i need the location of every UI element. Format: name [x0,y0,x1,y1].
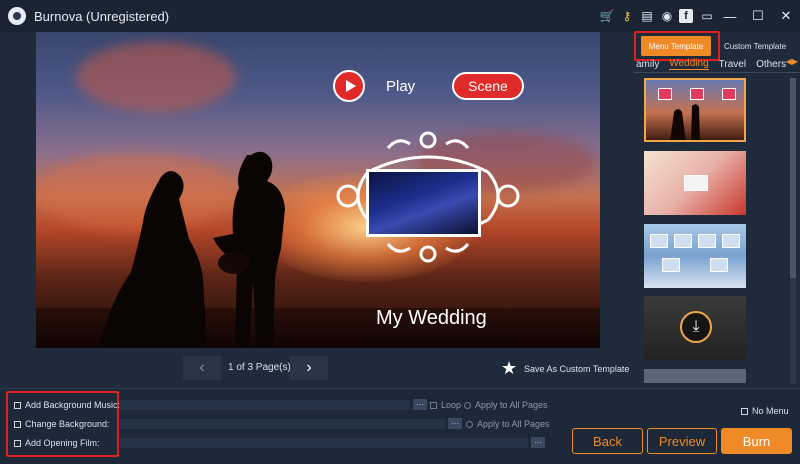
apply-music-all-pages-option[interactable]: Apply to All Pages [464,400,548,410]
add-background-music-option[interactable]: Add Background Music: [14,400,120,410]
play-label[interactable]: Play [386,78,415,95]
option-label: Add Background Music: [25,400,121,410]
add-opening-film-option[interactable]: Add Opening Film: [14,438,100,448]
background-music-path-field[interactable] [120,400,410,410]
previous-page-button[interactable]: ‹ [183,356,221,380]
template-thumbnail[interactable] [644,369,746,383]
document-icon[interactable]: ▤ [638,7,656,25]
photo-frame-icon [698,234,716,248]
download-icon[interactable]: ⤓ [680,311,712,343]
tab-menu-template[interactable]: Menu Template [641,36,711,56]
template-thumbnail[interactable] [644,151,746,215]
option-label: Change Background: [25,419,110,429]
scene-button[interactable]: Scene [452,72,524,100]
key-icon[interactable]: ⚷ [618,7,636,25]
radio-button[interactable] [464,401,471,409]
option-label: No Menu [752,406,789,416]
category-others[interactable]: Others [756,59,786,70]
couple-silhouette-icon [670,104,700,140]
option-label: Apply to All Pages [477,419,550,429]
star-icon[interactable]: ★ [501,358,519,378]
maximize-button[interactable]: ☐ [744,0,772,32]
category-wedding[interactable]: Wedding [669,58,709,70]
close-button[interactable]: ✕ [772,0,800,32]
photo-frame-icon [662,258,680,272]
photo-frame-icon [650,234,668,248]
next-page-button[interactable]: › [290,356,328,380]
app-title: Burnova (Unregistered) [34,8,170,24]
checkbox[interactable] [430,401,437,409]
couple-silhouette [98,151,285,348]
heart-icon [690,88,704,100]
checkbox[interactable] [14,439,21,447]
checkbox[interactable] [741,407,748,415]
divider [634,72,800,73]
title-bar: Burnova (Unregistered) 🛒 ⚷ ▤ ◉ f ▭ — ☐ ✕ [0,0,800,32]
category-travel[interactable]: Travel [719,59,746,70]
loop-option[interactable]: Loop [430,400,461,410]
browse-music-button[interactable]: ··· [413,399,427,410]
checkbox[interactable] [14,401,21,409]
message-icon[interactable]: ▭ [698,7,716,25]
heart-icon [658,88,672,100]
photo-frame-icon [684,175,708,191]
preview-button[interactable]: Preview [647,428,717,454]
option-label: Add Opening Film: [25,438,100,448]
background-path-field[interactable] [120,419,445,429]
menu-preview: Play Scene My Wedding [36,32,600,348]
facebook-icon[interactable]: f [679,9,693,23]
opening-film-path-field[interactable] [120,438,528,448]
template-thumbnail[interactable]: ⤓ [644,296,746,360]
app-window: Burnova (Unregistered) 🛒 ⚷ ▤ ◉ f ▭ — ☐ ✕… [0,0,800,464]
option-label: Apply to All Pages [475,400,548,410]
minimize-button[interactable]: — [716,0,744,32]
title-bar-icons: 🛒 ⚷ ▤ ◉ f ▭ — ☐ ✕ [596,0,800,32]
category-family[interactable]: amily [636,59,659,70]
cloud-shape [76,42,236,112]
checkbox[interactable] [14,420,21,428]
change-background-option[interactable]: Change Background: [14,419,110,429]
save-as-custom-template-button[interactable]: Save As Custom Template [524,364,629,374]
photo-frame-icon [722,234,740,248]
tab-custom-template[interactable]: Custom Template [720,36,790,56]
preview-video-thumbnail[interactable] [366,169,481,237]
no-menu-option[interactable]: No Menu [741,406,789,416]
photo-frame-icon [674,234,692,248]
app-logo-icon [8,7,26,25]
cart-icon[interactable]: 🛒 [598,7,616,25]
category-scroll-arrows-icon[interactable]: ◀▶ [786,57,798,66]
template-scrollbar[interactable] [790,78,796,384]
scrollbar-thumb[interactable] [790,78,796,278]
burn-button[interactable]: Burn [721,428,792,454]
browse-opening-film-button[interactable]: ··· [531,437,545,448]
template-thumbnail[interactable] [644,224,746,288]
option-label: Loop [441,400,462,410]
page-indicator: 1 of 3 Page(s) [228,362,291,373]
heart-icon [722,88,736,100]
play-button[interactable] [333,70,365,102]
chat-icon[interactable]: ◉ [658,7,676,25]
apply-background-all-pages-option[interactable]: Apply to All Pages [466,419,550,429]
template-thumbnail[interactable] [644,78,746,142]
category-tabs: amily Wedding Travel Others ◀▶ [634,57,800,71]
photo-frame-icon [710,258,728,272]
back-button[interactable]: Back [572,428,643,454]
radio-button[interactable] [466,420,473,428]
browse-background-button[interactable]: ··· [448,418,462,429]
menu-title-text[interactable]: My Wedding [376,307,487,330]
